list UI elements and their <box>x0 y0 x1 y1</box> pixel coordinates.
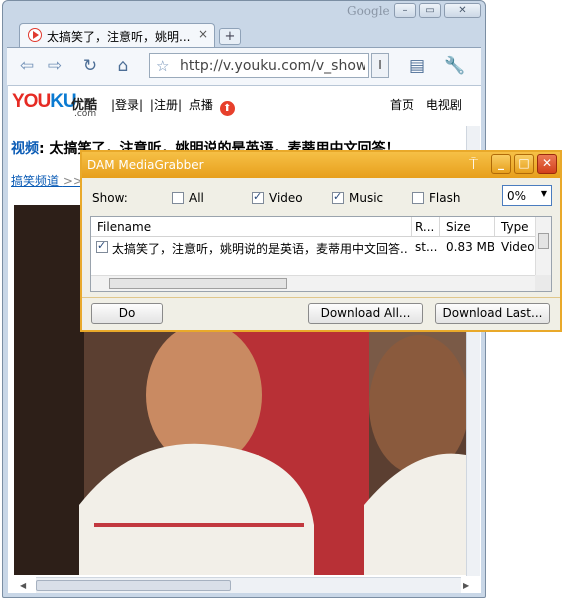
dialog-titlebar[interactable]: DAM MediaGrabber ⍑ _ □ ✕ <box>82 152 560 178</box>
upload-link[interactable]: 点播 <box>189 98 213 112</box>
row-size: 0.83 MB <box>446 240 494 254</box>
percent-dropdown[interactable]: 0% ▼ <box>502 185 552 206</box>
new-tab-button[interactable]: + <box>219 28 241 45</box>
tab-title: 太搞笑了，注意听，姚明... <box>47 30 191 44</box>
filter-all-checkbox[interactable] <box>172 192 184 204</box>
chevron-down-icon: ▼ <box>540 189 547 198</box>
filter-music[interactable]: Music <box>332 190 383 205</box>
page-horizontal-scrollbar[interactable]: ◀ ▶ <box>20 577 469 593</box>
do-button[interactable]: Do <box>91 303 163 324</box>
address-bar[interactable]: ☆ http://v.youku.com/v_show/i <box>149 53 369 78</box>
back-icon[interactable]: ⇦ <box>15 54 39 78</box>
mediagrabber-dialog: DAM MediaGrabber ⍑ _ □ ✕ Show: All Video… <box>80 150 562 332</box>
row-r: st... <box>415 240 438 254</box>
wrench-icon[interactable]: 🔧 <box>443 54 467 78</box>
filter-all[interactable]: All <box>172 191 204 205</box>
list-vertical-scrollbar[interactable] <box>535 217 551 275</box>
filter-video[interactable]: Video <box>252 190 303 205</box>
star-icon[interactable]: ☆ <box>156 57 169 75</box>
row-checkbox[interactable] <box>96 239 108 253</box>
register-link[interactable]: |注册| <box>150 98 182 112</box>
scroll-left-icon[interactable]: ◀ <box>20 581 26 590</box>
column-type[interactable]: Type <box>501 220 529 234</box>
youku-logo[interactable]: YOUKU <box>12 91 77 113</box>
filter-row: Show: All Video Music Flash <box>92 190 552 207</box>
logo-com: .com <box>74 109 97 119</box>
column-r[interactable]: R... <box>415 220 434 234</box>
nav-home[interactable]: 首页 <box>390 98 414 112</box>
youku-favicon-icon <box>28 28 42 42</box>
dialog-maximize-button[interactable]: □ <box>514 154 534 174</box>
close-button[interactable]: ✕ <box>444 3 481 18</box>
maximize-button[interactable]: ▭ <box>419 3 441 18</box>
browser-brand: Google <box>347 4 390 18</box>
home-icon[interactable]: ⌂ <box>111 54 135 78</box>
scroll-right-icon[interactable]: ▶ <box>463 581 469 590</box>
show-label: Show: <box>92 191 128 205</box>
pin-icon[interactable]: ⍑ <box>469 155 478 173</box>
page-menu-icon[interactable]: ▤ <box>405 54 429 78</box>
list-vertical-thumb[interactable] <box>538 233 549 249</box>
filter-video-checkbox[interactable] <box>252 190 264 204</box>
list-horizontal-thumb[interactable] <box>109 278 287 289</box>
list-horizontal-scrollbar[interactable] <box>91 275 535 291</box>
breadcrumb[interactable]: 搞笑频道 >> <box>11 172 83 189</box>
login-link[interactable]: |登录| <box>111 98 143 112</box>
top-nav: 首页 电视剧 <box>390 96 462 113</box>
dialog-divider <box>82 297 560 298</box>
row-filename: 太搞笑了，注意听，姚明说的是英语，麦蒂用中文回答... <box>112 242 408 256</box>
scroll-corner <box>535 275 551 291</box>
forward-icon[interactable]: ⇨ <box>43 54 67 78</box>
list-item[interactable]: 太搞笑了，注意听，姚明说的是英语，麦蒂用中文回答... st... 0.83 M… <box>91 238 537 256</box>
list-header: Filename R... Size Type <box>91 217 537 237</box>
filter-music-checkbox[interactable] <box>332 190 344 204</box>
media-list: Filename R... Size Type 太搞笑了，注意听，姚明说的是英语… <box>90 216 552 292</box>
go-button[interactable]: I <box>371 53 389 78</box>
tab-close-icon[interactable]: × <box>198 27 208 41</box>
download-all-button[interactable]: Download All... <box>308 303 423 324</box>
filter-flash-checkbox[interactable] <box>412 192 424 204</box>
download-last-button[interactable]: Download Last... <box>435 303 550 324</box>
filter-flash[interactable]: Flash <box>412 191 460 205</box>
reload-icon[interactable]: ↻ <box>78 54 102 78</box>
row-type: Video <box>501 240 535 254</box>
horizontal-scroll-thumb[interactable] <box>36 580 231 591</box>
dialog-minimize-button[interactable]: _ <box>491 154 511 174</box>
account-links: |登录| |注册| 点播 ⬆ <box>111 96 238 116</box>
browser-toolbar: ⇦ ⇨ ↻ ⌂ ☆ http://v.youku.com/v_show/i I … <box>7 47 481 85</box>
nav-tv[interactable]: 电视剧 <box>426 98 462 112</box>
url-text: http://v.youku.com/v_show/i <box>180 58 365 74</box>
dialog-title: DAM MediaGrabber <box>87 158 204 172</box>
browser-tab[interactable]: 太搞笑了，注意听，姚明... × <box>19 23 215 47</box>
dialog-close-button[interactable]: ✕ <box>537 154 557 174</box>
minimize-button[interactable]: – <box>394 3 416 18</box>
upload-arrow-icon[interactable]: ⬆ <box>219 101 235 116</box>
column-filename[interactable]: Filename <box>97 220 151 234</box>
column-size[interactable]: Size <box>446 220 471 234</box>
